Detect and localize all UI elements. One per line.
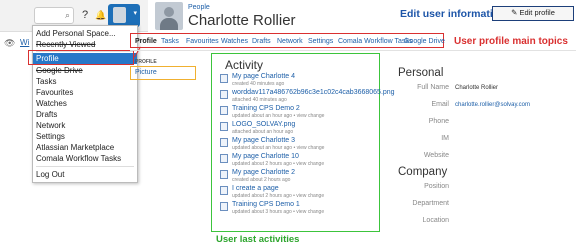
notification-bell-icon[interactable]: 🔔 xyxy=(94,8,108,22)
user-dropdown-menu: Add Personal Space... Recently Viewed Pr… xyxy=(32,25,138,183)
help-icon[interactable]: ? xyxy=(78,8,92,22)
watch-link[interactable]: Wi xyxy=(20,38,29,47)
email-label: Email xyxy=(431,101,449,108)
activity-link[interactable]: worddav117a486762b96c3e1c02c4cab3668065.… xyxy=(232,89,395,96)
user-menu-button[interactable]: ▾ xyxy=(108,4,140,27)
website-label: Website xyxy=(423,152,449,159)
page-icon xyxy=(220,106,228,115)
tab-settings[interactable]: Settings xyxy=(308,38,333,45)
activity-meta: updated about an hour ago • view change xyxy=(232,113,325,119)
annotation-edit-user-information: Edit user information xyxy=(400,8,506,20)
search-icon: ⌕ xyxy=(64,10,70,20)
edit-profile-button[interactable]: ✎ Edit profile xyxy=(492,6,574,21)
image-file-icon xyxy=(220,122,228,131)
menu-item-favourites[interactable]: Favourites xyxy=(33,87,137,98)
tab-profile[interactable]: Profile xyxy=(135,38,157,45)
personal-section-title: Personal xyxy=(398,67,444,79)
menu-item-tasks[interactable]: Tasks xyxy=(33,76,137,87)
page-icon xyxy=(220,138,228,147)
activity-link[interactable]: Training CPS Demo 1 xyxy=(232,201,300,208)
menu-item-google-drive[interactable]: Google Drive xyxy=(33,65,137,76)
phone-label: Phone xyxy=(428,118,449,125)
search-box[interactable]: ⌕ xyxy=(34,7,74,24)
activity-meta: created about 2 hours ago xyxy=(232,177,291,183)
sidebar-item-picture[interactable]: Picture xyxy=(130,66,196,80)
menu-item-atlassian-marketplace[interactable]: Atlassian Marketplace xyxy=(33,142,137,153)
page-title: Charlotte Rollier xyxy=(188,12,296,29)
menu-divider xyxy=(36,166,134,167)
activity-link[interactable]: My page Charlotte 3 xyxy=(232,137,295,144)
email-value[interactable]: charlotte.rollier@solvay.com xyxy=(455,102,530,108)
menu-item-log-out[interactable]: Log Out xyxy=(33,169,137,180)
activity-link[interactable]: LOGO_SOLVAY.png xyxy=(232,121,295,128)
image-file-icon xyxy=(220,90,228,99)
activity-meta: updated about 2 hours ago • view change xyxy=(232,193,325,199)
menu-item-add-personal-space[interactable]: Add Personal Space... xyxy=(33,28,137,39)
activity-item: Training CPS Demo 2 updated about an hou… xyxy=(220,105,380,121)
tab-watches[interactable]: Watches xyxy=(221,38,248,45)
menu-item-recently-viewed[interactable]: Recently Viewed xyxy=(33,39,137,50)
activity-meta: created 40 minutes ago xyxy=(232,81,285,87)
tab-drafts[interactable]: Drafts xyxy=(252,38,271,45)
page-icon xyxy=(220,202,228,211)
im-label: IM xyxy=(441,135,449,142)
activity-meta: updated about an hour ago • view change xyxy=(232,145,325,151)
annotation-user-profile-main-topics: User profile main topics xyxy=(454,36,568,47)
menu-item-watches[interactable]: Watches xyxy=(33,98,137,109)
full-name-value: Charlotte Rollier xyxy=(455,85,499,91)
activity-meta: attached 40 minutes ago xyxy=(232,97,287,103)
menu-item-settings[interactable]: Settings xyxy=(33,131,137,142)
profile-tabs: Profile Tasks Favourites Watches Drafts … xyxy=(130,33,445,48)
tab-network[interactable]: Network xyxy=(277,38,303,45)
location-label: Location xyxy=(422,217,449,224)
tab-google-drive[interactable]: Google Drive xyxy=(404,38,445,45)
avatar xyxy=(113,7,126,23)
activity-link[interactable]: Training CPS Demo 2 xyxy=(232,105,300,112)
divider xyxy=(130,50,576,51)
page-icon xyxy=(220,154,228,163)
activity-item: I create a page updated about 2 hours ag… xyxy=(220,185,380,201)
menu-item-comala-workflow-tasks[interactable]: Comala Workflow Tasks xyxy=(33,153,137,164)
chevron-down-icon: ▾ xyxy=(133,10,137,17)
tab-favourites[interactable]: Favourites xyxy=(186,38,219,45)
activity-item: worddav117a486762b96c3e1c02c4cab3668065.… xyxy=(220,89,395,105)
profile-menu-highlight xyxy=(28,50,134,65)
activity-item: LOGO_SOLVAY.png attached about an hour a… xyxy=(220,121,380,137)
sidebar-heading: PROFILE xyxy=(135,59,157,65)
activity-title: Activity xyxy=(225,58,264,72)
position-label: Position xyxy=(424,183,449,190)
activity-item: Training CPS Demo 1 updated about 3 hour… xyxy=(220,201,380,217)
activity-meta: attached about an hour ago xyxy=(232,129,294,135)
department-label: Department xyxy=(412,200,449,207)
activity-link[interactable]: I create a page xyxy=(232,185,279,192)
activity-meta: updated about 3 hours ago • view change xyxy=(232,209,325,215)
page-icon xyxy=(220,186,228,195)
page-icon xyxy=(220,74,228,83)
activity-link[interactable]: My page Charlotte 10 xyxy=(232,153,299,160)
eye-icon[interactable]: 👁 xyxy=(4,38,15,49)
menu-item-drafts[interactable]: Drafts xyxy=(33,109,137,120)
activity-item: My page Charlotte 2 created about 2 hour… xyxy=(220,169,380,185)
tab-tasks[interactable]: Tasks xyxy=(161,38,179,45)
breadcrumb-people[interactable]: People xyxy=(188,4,210,11)
activity-link[interactable]: My page Charlotte 4 xyxy=(232,73,295,80)
menu-item-network[interactable]: Network xyxy=(33,120,137,131)
page-icon xyxy=(220,170,228,179)
activity-item: My page Charlotte 10 updated about 2 hou… xyxy=(220,153,380,169)
activity-item: My page Charlotte 4 created 40 minutes a… xyxy=(220,73,380,89)
tab-comala-workflow-tasks[interactable]: Comala Workflow Tasks xyxy=(338,38,412,45)
full-name-label: Full Name xyxy=(417,84,449,91)
profile-avatar xyxy=(155,2,183,30)
annotation-user-last-activities: User last activities xyxy=(216,234,300,245)
activity-link[interactable]: My page Charlotte 2 xyxy=(232,169,295,176)
company-section-title: Company xyxy=(398,166,448,178)
activity-item: My page Charlotte 3 updated about an hou… xyxy=(220,137,380,153)
activity-meta: updated about 2 hours ago • view change xyxy=(232,161,325,167)
